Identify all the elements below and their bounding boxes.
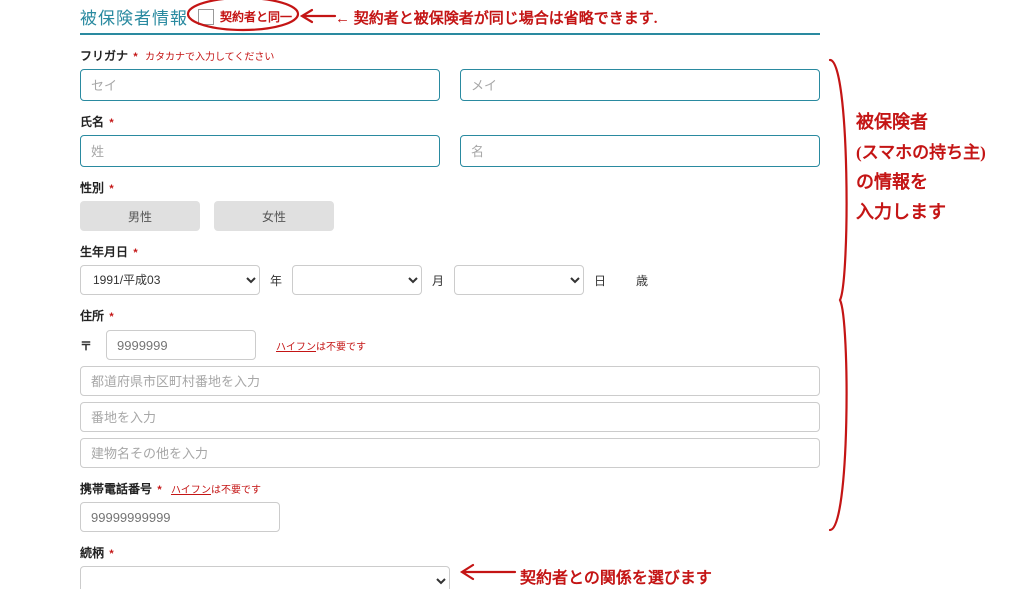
label-gender: 性別 * xyxy=(80,179,820,196)
hyphen-note-address: ハイフンは不要です xyxy=(276,338,366,353)
postal-mark: 〒 xyxy=(80,337,92,354)
address-line1-input[interactable] xyxy=(80,366,820,396)
gender-male-button[interactable]: 男性 xyxy=(80,201,200,231)
unit-age: 歳 xyxy=(636,272,648,289)
name-mei-input[interactable] xyxy=(460,135,820,167)
label-furigana: フリガナ * カタカナで入力してください xyxy=(80,47,820,64)
dob-month-select[interactable] xyxy=(292,265,422,295)
annotation-right-2: (スマホの持ち主) xyxy=(856,138,986,163)
label-dob: 生年月日 * xyxy=(80,243,820,260)
label-relation: 続柄 * xyxy=(80,544,820,561)
section-header: 被保険者情報 契約者と同一 xyxy=(80,0,820,35)
unit-month: 月 xyxy=(432,272,444,289)
hyphen-note-phone: ハイフンは不要です xyxy=(171,485,261,496)
postal-code-input[interactable] xyxy=(106,330,256,360)
unit-year: 年 xyxy=(270,272,282,289)
insured-form: 被保険者情報 契約者と同一 フリガナ * カタカナで入力してください 氏名 * … xyxy=(80,0,820,589)
same-as-label: 契約者と同一 xyxy=(220,8,292,25)
bracket-icon xyxy=(830,60,847,530)
address-line3-input[interactable] xyxy=(80,438,820,468)
label-phone: 携帯電話番号 * ハイフンは不要です xyxy=(80,480,820,497)
unit-day: 日 xyxy=(594,272,606,289)
dob-day-select[interactable] xyxy=(454,265,584,295)
furigana-mei-input[interactable] xyxy=(460,69,820,101)
annotation-right-1: 被保険者 xyxy=(856,108,928,134)
relation-select[interactable] xyxy=(80,566,450,589)
annotation-right-4: 入力します xyxy=(856,198,946,224)
checkbox-icon[interactable] xyxy=(198,9,214,25)
section-title: 被保険者情報 xyxy=(80,4,188,29)
annotation-right-3: の情報を xyxy=(856,168,928,194)
address-line2-input[interactable] xyxy=(80,402,820,432)
gender-female-button[interactable]: 女性 xyxy=(214,201,334,231)
phone-input[interactable] xyxy=(80,502,280,532)
furigana-sei-input[interactable] xyxy=(80,69,440,101)
same-as-contractor[interactable]: 契約者と同一 xyxy=(198,8,292,25)
dob-year-select[interactable]: 1991/平成03 xyxy=(80,265,260,295)
label-name: 氏名 * xyxy=(80,113,820,130)
name-sei-input[interactable] xyxy=(80,135,440,167)
label-address: 住所 * xyxy=(80,307,820,324)
